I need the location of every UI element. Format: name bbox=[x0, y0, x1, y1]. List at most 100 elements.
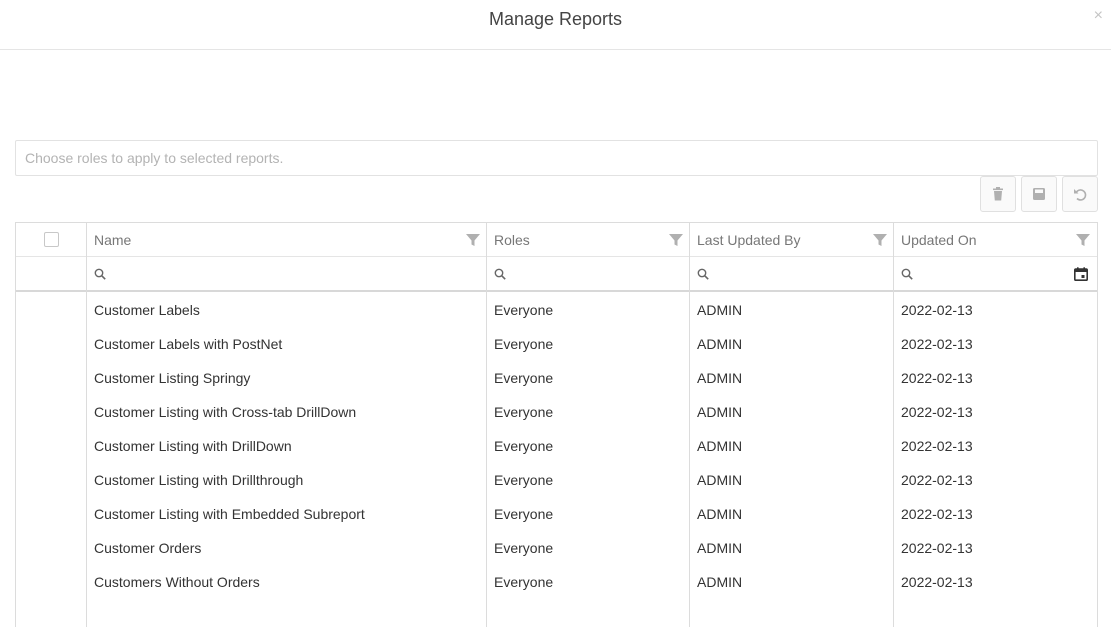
table-row[interactable]: Customer Listing with DrillDown Everyone… bbox=[16, 429, 1097, 463]
undo-icon bbox=[1074, 189, 1087, 201]
column-header-name[interactable]: Name bbox=[87, 223, 487, 256]
column-header-last-updated-by[interactable]: Last Updated By bbox=[690, 223, 894, 256]
grid-toolbar bbox=[980, 176, 1098, 212]
delete-button[interactable] bbox=[980, 176, 1016, 212]
table-row[interactable]: Customer Orders Everyone ADMIN 2022-02-1… bbox=[16, 531, 1097, 565]
table-row[interactable]: Customer Listing Springy Everyone ADMIN … bbox=[16, 361, 1097, 395]
cell-last-updated-by: ADMIN bbox=[697, 370, 743, 386]
cell-updated-on: 2022-02-13 bbox=[901, 472, 973, 488]
row-select-cell[interactable] bbox=[16, 497, 87, 531]
cell-updated-on: 2022-02-13 bbox=[901, 336, 973, 352]
grid-header-row: Name Roles Last Updated By Updated On bbox=[16, 223, 1097, 257]
cell-updated-on: 2022-02-13 bbox=[901, 370, 973, 386]
cell-last-updated-by: ADMIN bbox=[697, 302, 743, 318]
close-icon[interactable]: × bbox=[1094, 6, 1103, 26]
filter-cell-roles bbox=[487, 257, 690, 290]
column-divider bbox=[86, 223, 87, 627]
search-icon bbox=[94, 268, 106, 280]
cell-updated-on: 2022-02-13 bbox=[901, 574, 973, 590]
cell-last-updated-by: ADMIN bbox=[697, 472, 743, 488]
filter-input-last-updated-by[interactable] bbox=[714, 263, 868, 285]
search-icon bbox=[901, 268, 913, 280]
table-row[interactable]: Customer Labels Everyone ADMIN 2022-02-1… bbox=[16, 293, 1097, 327]
row-select-cell[interactable] bbox=[16, 361, 87, 395]
filter-funnel-icon[interactable] bbox=[466, 233, 480, 247]
filter-input-updated-on[interactable] bbox=[918, 263, 1071, 285]
cell-last-updated-by: ADMIN bbox=[697, 540, 743, 556]
search-icon bbox=[697, 268, 709, 280]
filter-cell-updated-on bbox=[894, 257, 1097, 290]
table-row[interactable]: Customer Listing with Drillthrough Every… bbox=[16, 463, 1097, 497]
cell-roles: Everyone bbox=[494, 506, 554, 522]
row-select-cell[interactable] bbox=[16, 531, 87, 565]
cell-updated-on: 2022-02-13 bbox=[901, 404, 973, 420]
cell-roles: Everyone bbox=[494, 370, 554, 386]
filter-funnel-icon[interactable] bbox=[873, 233, 887, 247]
table-row[interactable]: Customer Listing with Embedded Subreport… bbox=[16, 497, 1097, 531]
column-divider bbox=[689, 223, 690, 627]
cell-roles: Everyone bbox=[494, 438, 554, 454]
row-select-cell[interactable] bbox=[16, 327, 87, 361]
row-select-cell[interactable] bbox=[16, 463, 87, 497]
cell-last-updated-by: ADMIN bbox=[697, 506, 743, 522]
search-icon bbox=[494, 268, 506, 280]
cell-updated-on: 2022-02-13 bbox=[901, 540, 973, 556]
cell-roles: Everyone bbox=[494, 574, 554, 590]
cell-name: Customer Listing with Drillthrough bbox=[94, 472, 304, 488]
cell-name: Customer Listing with Cross-tab DrillDow… bbox=[94, 404, 357, 420]
cell-roles: Everyone bbox=[494, 472, 554, 488]
table-row[interactable]: Customer Labels with PostNet Everyone AD… bbox=[16, 327, 1097, 361]
filter-cell-last-updated-by bbox=[690, 257, 894, 290]
cell-name: Customer Labels bbox=[94, 302, 200, 318]
roles-input[interactable] bbox=[15, 140, 1098, 176]
select-all-checkbox[interactable] bbox=[44, 232, 59, 247]
column-divider bbox=[893, 223, 894, 627]
cell-last-updated-by: ADMIN bbox=[697, 438, 743, 454]
cell-name: Customer Listing with DrillDown bbox=[94, 438, 292, 454]
filter-cell-name bbox=[87, 257, 487, 290]
filter-spacer bbox=[16, 257, 87, 290]
table-row[interactable]: Customer Listing with Cross-tab DrillDow… bbox=[16, 395, 1097, 429]
calendar-icon[interactable] bbox=[1074, 267, 1088, 281]
cell-name: Customer Labels with PostNet bbox=[94, 336, 283, 352]
cell-roles: Everyone bbox=[494, 302, 554, 318]
column-header-roles[interactable]: Roles bbox=[487, 223, 690, 256]
column-header-label: Name bbox=[94, 231, 132, 248]
cell-roles: Everyone bbox=[494, 336, 554, 352]
cell-last-updated-by: ADMIN bbox=[697, 336, 743, 352]
save-icon bbox=[1033, 188, 1045, 200]
cell-roles: Everyone bbox=[494, 540, 554, 556]
cell-name: Customer Orders bbox=[94, 540, 202, 556]
row-select-cell[interactable] bbox=[16, 565, 87, 599]
column-header-label: Last Updated By bbox=[697, 231, 801, 248]
dialog-title: Manage Reports bbox=[488, 9, 623, 29]
filter-funnel-icon[interactable] bbox=[1076, 233, 1090, 247]
cell-updated-on: 2022-02-13 bbox=[901, 438, 973, 454]
cell-updated-on: 2022-02-13 bbox=[901, 506, 973, 522]
row-select-cell[interactable] bbox=[16, 395, 87, 429]
trash-icon bbox=[993, 187, 1003, 201]
filter-input-roles[interactable] bbox=[511, 263, 664, 285]
filter-funnel-icon[interactable] bbox=[669, 233, 683, 247]
column-header-updated-on[interactable]: Updated On bbox=[894, 223, 1097, 256]
cell-name: Customer Listing with Embedded Subreport bbox=[94, 506, 365, 522]
table-row[interactable]: Customers Without Orders Everyone ADMIN … bbox=[16, 565, 1097, 599]
cell-last-updated-by: ADMIN bbox=[697, 404, 743, 420]
row-select-cell[interactable] bbox=[16, 429, 87, 463]
cell-name: Customers Without Orders bbox=[94, 574, 260, 590]
select-all-cell bbox=[16, 223, 87, 256]
grid-filter-row bbox=[16, 257, 1097, 292]
reports-grid: Name Roles Last Updated By Updated On Cu… bbox=[15, 222, 1098, 627]
cell-updated-on: 2022-02-13 bbox=[901, 302, 973, 318]
dialog-header: Manage Reports × bbox=[0, 0, 1111, 50]
cell-last-updated-by: ADMIN bbox=[697, 574, 743, 590]
cell-roles: Everyone bbox=[494, 404, 554, 420]
cell-name: Customer Listing Springy bbox=[94, 370, 251, 386]
column-header-label: Roles bbox=[494, 231, 530, 248]
row-select-cell[interactable] bbox=[16, 293, 87, 327]
save-button[interactable] bbox=[1021, 176, 1057, 212]
undo-button[interactable] bbox=[1062, 176, 1098, 212]
column-divider bbox=[486, 223, 487, 627]
column-header-label: Updated On bbox=[901, 231, 977, 248]
filter-input-name[interactable] bbox=[111, 263, 461, 285]
